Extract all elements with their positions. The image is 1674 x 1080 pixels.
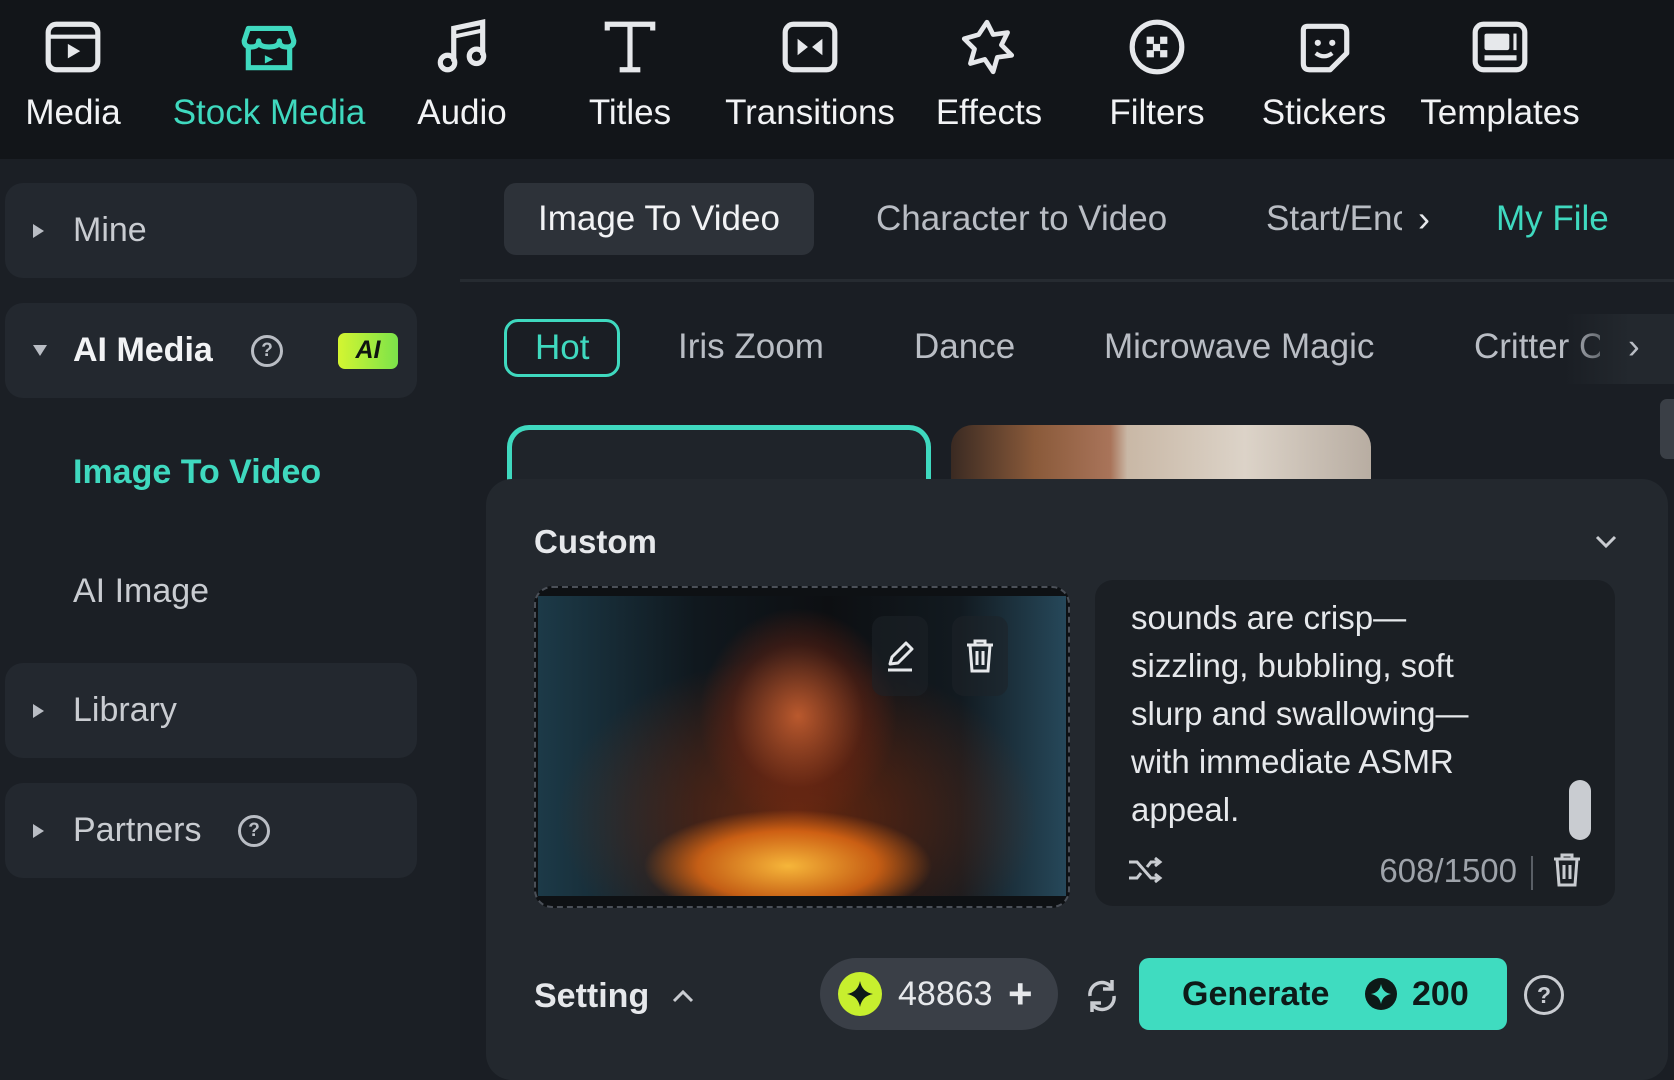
sidebar-item-partners[interactable]: Partners ?	[5, 783, 417, 878]
ai-badge: AI	[338, 332, 398, 369]
chip-hot[interactable]: Hot	[504, 319, 621, 377]
divider	[460, 279, 1674, 282]
toolbar-label: Titles	[588, 93, 672, 132]
shuffle-icon[interactable]	[1125, 850, 1165, 890]
toolbar-audio[interactable]: Audio	[412, 0, 512, 159]
sidebar-label: AI Media	[73, 331, 213, 369]
generate-cost: 200	[1412, 974, 1469, 1013]
tab-character-to-video[interactable]: Character to Video	[876, 183, 1167, 255]
stock-media-icon	[236, 14, 302, 80]
credit-cost-icon	[1365, 978, 1397, 1010]
sidebar-label: Mine	[73, 211, 147, 249]
generate-button[interactable]: Generate 200	[1139, 958, 1507, 1030]
text-t-icon	[597, 14, 663, 80]
help-icon[interactable]: ?	[238, 814, 270, 847]
toolbar-effects[interactable]: Effects	[934, 0, 1044, 159]
toolbar-label: Templates	[1420, 93, 1580, 132]
divider	[1531, 856, 1533, 890]
setting-toggle[interactable]: Setting	[534, 977, 649, 1016]
uploaded-image[interactable]	[534, 586, 1070, 908]
edit-image-button[interactable]	[872, 616, 928, 696]
toolbar-label: Stickers	[1261, 93, 1387, 132]
sidebar-subitem-ai-image[interactable]: AI Image	[73, 572, 209, 611]
credits-balance[interactable]: 48863 +	[820, 958, 1058, 1030]
tabs-scroll-right-icon[interactable]: ›	[1418, 183, 1430, 255]
generate-label: Generate	[1182, 974, 1330, 1013]
chip-dance[interactable]: Dance	[914, 319, 1015, 375]
collapse-arrow-icon	[33, 345, 47, 356]
toolbar-label: Stock Media	[172, 93, 366, 132]
chip-microwave-magic[interactable]: Microwave Magic	[1104, 319, 1374, 375]
toolbar-titles[interactable]: Titles	[582, 0, 678, 159]
expand-arrow-icon	[33, 823, 44, 838]
top-toolbar: Media Stock Media Audio Titles Transitio…	[0, 0, 1674, 159]
panel-title: Custom	[534, 523, 657, 560]
chevron-down-icon[interactable]	[1592, 527, 1620, 555]
pencil-icon	[888, 641, 914, 672]
expand-arrow-icon	[33, 703, 44, 718]
character-counter: 608/1500	[1379, 852, 1517, 889]
toolbar-templates[interactable]: Templates	[1418, 0, 1582, 159]
prompt-scrollbar[interactable]	[1569, 780, 1591, 840]
transitions-icon	[777, 14, 843, 80]
chevron-up-icon[interactable]	[670, 984, 696, 1010]
chips-fade	[1564, 314, 1674, 384]
trash-icon	[967, 639, 993, 673]
prompt-input[interactable]: sounds are crisp— sizzling, bubbling, so…	[1095, 580, 1615, 906]
toolbar-transitions[interactable]: Transitions	[724, 0, 896, 159]
toolbar-label: Filters	[1109, 93, 1205, 132]
tab-bar: Image To Video Character to Video Start/…	[460, 159, 1674, 279]
help-icon[interactable]: ?	[1524, 975, 1564, 1015]
toolbar-label: Effects	[935, 93, 1043, 132]
toolbar-media[interactable]: Media	[22, 0, 124, 159]
custom-panel: Custom sounds are crisp— sizzling, bubbl…	[486, 479, 1668, 1080]
sticker-icon	[1291, 14, 1357, 80]
chip-iris-zoom[interactable]: Iris Zoom	[678, 319, 824, 375]
scrollbar-thumb[interactable]	[1660, 399, 1674, 459]
credit-sparkle-icon	[838, 972, 882, 1016]
help-icon[interactable]: ?	[251, 334, 283, 367]
toolbar-label: Media	[25, 93, 121, 132]
credits-count: 48863	[898, 974, 993, 1013]
filters-icon	[1124, 14, 1190, 80]
toolbar-stickers[interactable]: Stickers	[1262, 0, 1386, 159]
sidebar-item-ai-media[interactable]: AI Media ? AI	[5, 303, 417, 398]
template-thumbnail[interactable]	[951, 425, 1371, 485]
sidebar-subitem-image-to-video[interactable]: Image To Video	[73, 453, 321, 492]
effects-icon	[956, 14, 1022, 80]
toolbar-filters[interactable]: Filters	[1108, 0, 1206, 159]
sidebar: Mine AI Media ? AI Image To Video AI Ima…	[0, 159, 460, 1080]
add-credits-plus-icon[interactable]: +	[1008, 970, 1033, 1018]
sidebar-label: Library	[73, 691, 177, 729]
refresh-icon[interactable]	[1082, 976, 1122, 1016]
toolbar-stock-media[interactable]: Stock Media	[170, 0, 368, 159]
tab-my-file[interactable]: My File	[1496, 183, 1609, 255]
music-note-icon	[429, 14, 495, 80]
tab-image-to-video[interactable]: Image To Video	[504, 183, 814, 255]
main-area: Image To Video Character to Video Start/…	[460, 159, 1674, 1080]
prompt-text[interactable]: sounds are crisp— sizzling, bubbling, so…	[1131, 594, 1551, 834]
expand-arrow-icon	[33, 223, 44, 238]
tab-start-end[interactable]: Start/Enc	[1266, 183, 1402, 255]
templates-icon	[1467, 14, 1533, 80]
clear-prompt-trash-icon[interactable]	[1549, 851, 1585, 889]
sidebar-label: Partners	[73, 811, 202, 849]
toolbar-label: Transitions	[725, 93, 895, 132]
chips-scroll-right-icon[interactable]: ›	[1628, 319, 1640, 375]
sidebar-item-mine[interactable]: Mine	[5, 183, 417, 278]
media-icon	[40, 14, 106, 80]
sidebar-item-library[interactable]: Library	[5, 663, 417, 758]
toolbar-label: Audio	[417, 93, 507, 132]
delete-image-button[interactable]	[952, 616, 1008, 696]
